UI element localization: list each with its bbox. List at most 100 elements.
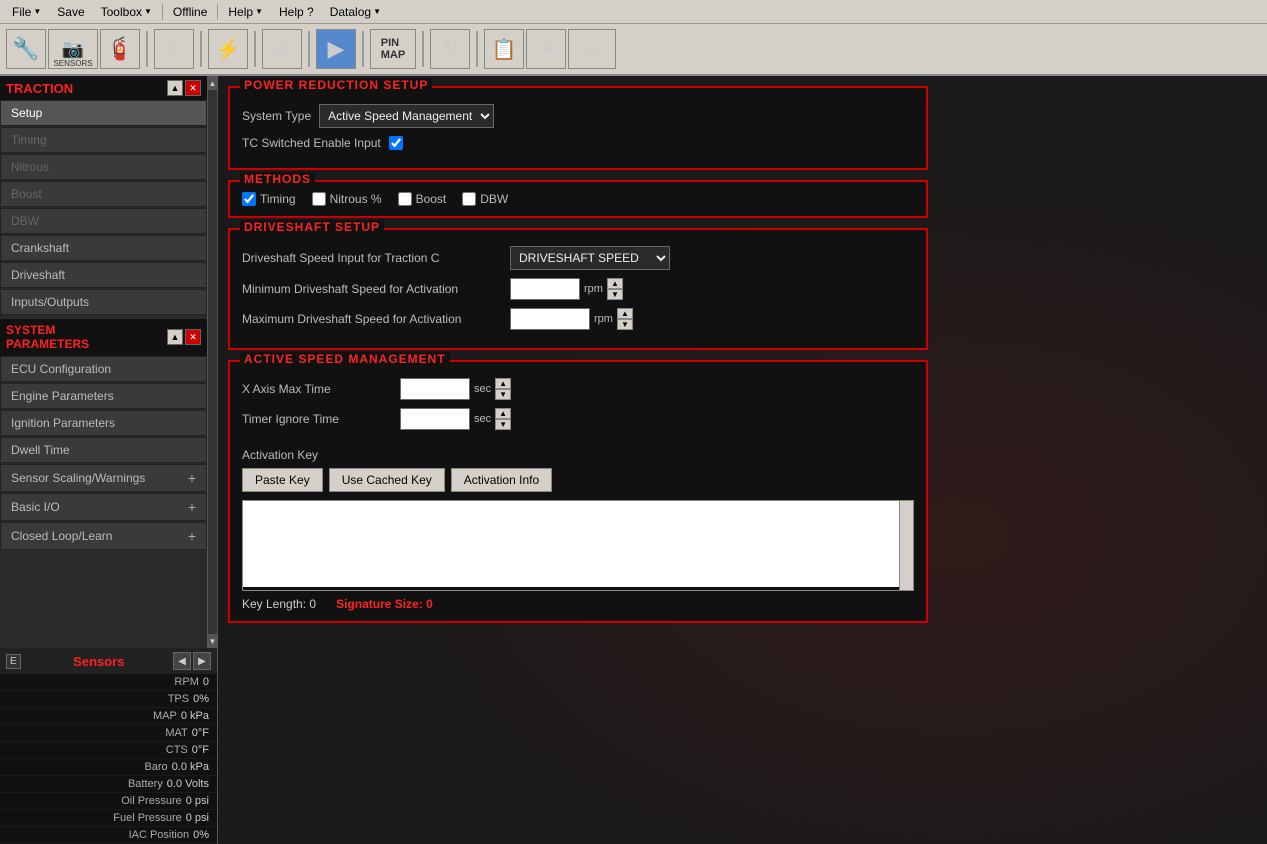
sysparams-collapse-btn[interactable]: ▲ <box>167 329 183 345</box>
sensor-row-mat: MAT 0°F <box>0 725 217 742</box>
toolbar-btn-gauge[interactable]: ⏱ <box>154 29 194 69</box>
toolbar-group-1: 🔧 📷 SENSORS 🧯 <box>6 29 140 69</box>
sensor-row-iac: IAC Position 0% <box>0 827 217 844</box>
nav-nitrous[interactable]: Nitrous <box>0 154 207 180</box>
nav-boost[interactable]: Boost <box>0 181 207 207</box>
menu-toolbox[interactable]: Toolbox ▼ <box>93 3 160 21</box>
menu-datalog[interactable]: Datalog ▼ <box>322 3 389 21</box>
nav-driveshaft[interactable]: Driveshaft <box>0 262 207 288</box>
toolbar-btn-arrow[interactable]: ▶ <box>316 29 356 69</box>
ds-min-input[interactable]: 250 <box>510 278 580 300</box>
method-boost-label: Boost <box>416 192 447 206</box>
sensors-nav-next[interactable]: ▶ <box>193 652 211 670</box>
toolbar-btn-spark[interactable]: ⚡ <box>208 29 248 69</box>
sysparams-controls: ▲ ✕ <box>167 329 201 345</box>
power-reduction-content: System Type Active Speed ManagementStand… <box>230 88 926 168</box>
paste-key-button[interactable]: Paste Key <box>242 468 323 492</box>
sysparams-close-btn[interactable]: ✕ <box>185 329 201 345</box>
menu-sep-1 <box>162 4 163 20</box>
menu-help[interactable]: Help ▼ <box>220 3 271 21</box>
method-dbw-checkbox[interactable] <box>462 192 476 206</box>
toolbar-group-2: ⏱ <box>154 29 194 69</box>
nav-ecu-config[interactable]: ECU Configuration <box>0 356 207 382</box>
sensor-scaling-plus-icon: + <box>188 470 196 486</box>
sensor-row-battery: Battery 0.0 Volts <box>0 776 217 793</box>
timer-down-btn[interactable]: ▼ <box>495 419 511 430</box>
toolbar-btn-clipboard[interactable]: 📋 <box>484 29 524 69</box>
nav-closed-loop[interactable]: Closed Loop/Learn + <box>0 522 207 550</box>
key-buttons: Paste Key Use Cached Key Activation Info <box>242 468 914 492</box>
timer-label: Timer Ignore Time <box>242 412 392 426</box>
ds-min-up-btn[interactable]: ▲ <box>607 278 623 289</box>
menu-offline[interactable]: Offline <box>165 3 215 21</box>
ds-min-spinner-btns: ▲ ▼ <box>607 278 623 300</box>
x-axis-spinner-btns: ▲ ▼ <box>495 378 511 400</box>
ds-max-spinner: 999999 rpm ▲ ▼ <box>510 308 633 330</box>
nav-basic-io[interactable]: Basic I/O + <box>0 493 207 521</box>
method-boost-checkbox[interactable] <box>398 192 412 206</box>
system-type-select[interactable]: Active Speed ManagementStandardNone <box>319 104 494 128</box>
timer-up-btn[interactable]: ▲ <box>495 408 511 419</box>
nav-dwell-time[interactable]: Dwell Time <box>0 437 207 463</box>
ds-max-spinner-btns: ▲ ▼ <box>617 308 633 330</box>
sensors-nav-prev[interactable]: ◀ <box>173 652 191 670</box>
tc-enable-checkbox[interactable] <box>389 136 403 150</box>
ds-max-label: Maximum Driveshaft Speed for Activation <box>242 312 502 326</box>
nav-dbw[interactable]: DBW <box>0 208 207 234</box>
scroll-up-btn[interactable]: ▲ <box>208 76 218 90</box>
ds-max-down-btn[interactable]: ▼ <box>617 319 633 330</box>
activation-info-button[interactable]: Activation Info <box>451 468 552 492</box>
scroll-down-btn[interactable]: ▼ <box>208 634 218 648</box>
traction-close-btn[interactable]: ✕ <box>185 80 201 96</box>
file-arrow-icon: ▼ <box>33 7 41 16</box>
system-type-label: System Type <box>242 109 311 123</box>
traction-controls: ▲ ✕ <box>167 80 201 96</box>
toolbar-btn-pinmap[interactable]: PIN MAP <box>370 29 416 69</box>
nav-inputs-outputs[interactable]: Inputs/Outputs <box>0 289 207 315</box>
x-axis-up-btn[interactable]: ▲ <box>495 378 511 389</box>
menu-save[interactable]: Save <box>49 3 92 21</box>
toolbar-btn-wrench[interactable]: 🔧 <box>6 29 46 69</box>
nav-sensor-scaling[interactable]: Sensor Scaling/Warnings + <box>0 464 207 492</box>
ds-max-up-btn[interactable]: ▲ <box>617 308 633 319</box>
menu-help-q[interactable]: Help ? <box>271 3 322 21</box>
timer-input[interactable]: 0.00 <box>400 408 470 430</box>
toolbar-btn-refresh[interactable]: ↻ <box>430 29 470 69</box>
nav-engine-params[interactable]: Engine Parameters <box>0 383 207 409</box>
nav-timing[interactable]: Timing <box>0 127 207 153</box>
ds-max-input[interactable]: 999999 <box>510 308 590 330</box>
ds-speed-select[interactable]: DRIVESHAFT SPEEDWHEEL SPEEDGPS SPEED <box>510 246 670 270</box>
menu-sep-2 <box>217 4 218 20</box>
timer-row: Timer Ignore Time 0.00 sec ▲ ▼ <box>242 408 914 430</box>
ds-min-unit: rpm <box>584 283 603 295</box>
method-timing-checkbox[interactable] <box>242 192 256 206</box>
toolbar-group-7: ↻ <box>430 29 470 69</box>
nav-crankshaft[interactable]: Crankshaft <box>0 235 207 261</box>
toolbar-btn-wave[interactable]: 〜 <box>568 29 616 69</box>
datalog-arrow-icon: ▼ <box>373 7 381 16</box>
key-scrollbar[interactable] <box>899 501 913 590</box>
method-nitrous-checkbox[interactable] <box>312 192 326 206</box>
ds-min-down-btn[interactable]: ▼ <box>607 289 623 300</box>
method-nitrous: Nitrous % <box>312 192 382 206</box>
traction-collapse-btn[interactable]: ▲ <box>167 80 183 96</box>
closed-loop-plus-icon: + <box>188 528 196 544</box>
toolbar-btn-red[interactable]: 🧯 <box>100 29 140 69</box>
use-cached-key-button[interactable]: Use Cached Key <box>329 468 445 492</box>
menu-file[interactable]: File ▼ <box>4 3 49 21</box>
toolbar-btn-slash[interactable]: ⊘ <box>262 29 302 69</box>
toolbar-btn-sensors[interactable]: 📷 SENSORS <box>48 29 98 69</box>
x-axis-input[interactable]: 4.40 <box>400 378 470 400</box>
method-boost: Boost <box>398 192 447 206</box>
driveshaft-content: Driveshaft Speed Input for Traction C DR… <box>230 230 926 348</box>
timer-spinner-btns: ▲ ▼ <box>495 408 511 430</box>
nav-setup[interactable]: Setup <box>0 100 207 126</box>
nav-ignition-params[interactable]: Ignition Parameters <box>0 410 207 436</box>
key-info-row: Key Length: 0 Signature Size: 0 <box>242 597 914 611</box>
left-panel: TRACTION ▲ ✕ Setup Timing Nitrous Boost … <box>0 76 218 844</box>
toolbar-group-4: ⊘ <box>262 29 302 69</box>
key-textarea[interactable] <box>243 501 913 587</box>
x-axis-down-btn[interactable]: ▼ <box>495 389 511 400</box>
toolbar-group-6: PIN MAP <box>370 29 416 69</box>
toolbar-btn-display[interactable]: ⊞ <box>526 29 566 69</box>
